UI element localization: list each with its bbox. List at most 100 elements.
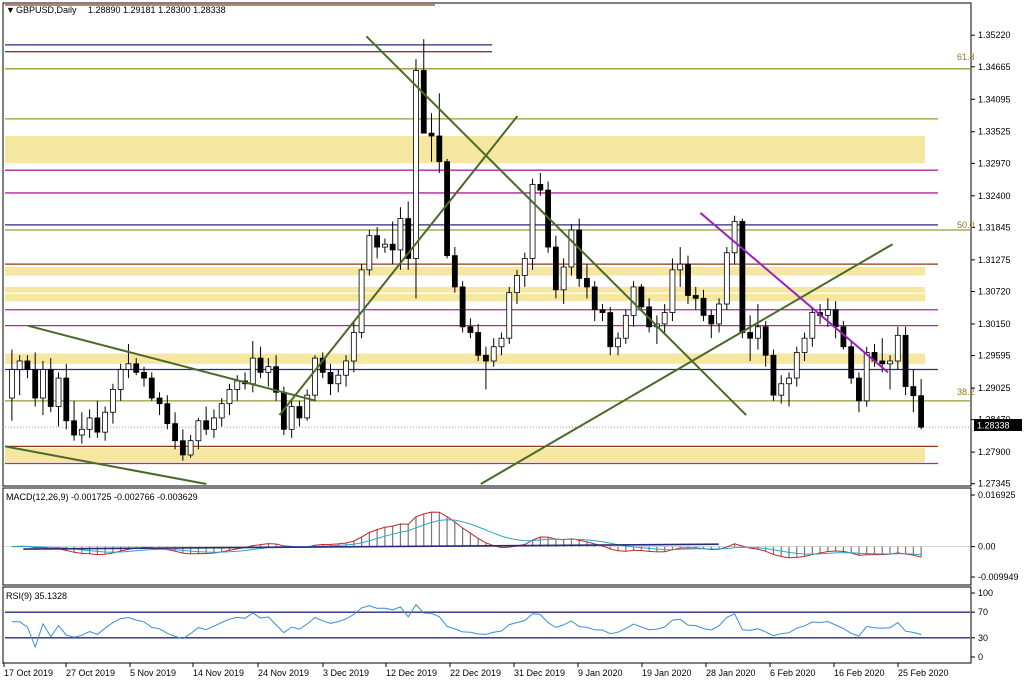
bull-candle-body xyxy=(8,369,15,399)
bull-candle-body xyxy=(723,252,730,305)
rsi-tick-label: 30 xyxy=(978,633,988,643)
bull-candle-body xyxy=(506,292,513,339)
current-price-label: 1.28338 xyxy=(977,421,1010,431)
price-tick-label: 1.33525 xyxy=(978,127,1011,137)
bear-candle-body xyxy=(770,354,777,396)
date-tick-label: 27 Oct 2019 xyxy=(66,668,115,678)
price-tick-label: 1.27900 xyxy=(978,447,1011,457)
price-tick-label: 1.34095 xyxy=(978,94,1011,104)
bear-candle-body xyxy=(327,371,334,385)
bull-candle-body xyxy=(78,428,85,436)
bull-candle-body xyxy=(622,315,629,339)
bull-candle-body xyxy=(350,332,357,362)
date-tick-label: 22 Dec 2019 xyxy=(450,668,501,678)
bull-candle-body xyxy=(187,440,194,456)
zone-band xyxy=(5,448,925,463)
bull-candle-body xyxy=(335,374,342,385)
bull-candle-body xyxy=(312,357,318,396)
macd-tick-label: 0.00 xyxy=(978,542,996,552)
price-tick-label: 1.27345 xyxy=(978,479,1011,489)
price-tick-label: 1.32400 xyxy=(978,191,1011,201)
bull-candle-body xyxy=(234,380,241,390)
candle xyxy=(312,355,318,401)
bull-candle-body xyxy=(894,334,901,362)
bull-candle-body xyxy=(358,269,365,333)
fibo-label-500: 50.0 xyxy=(957,220,975,230)
bear-candle-body xyxy=(420,70,427,134)
date-tick-label: 5 Nov 2019 xyxy=(130,668,176,678)
date-axis: 17 Oct 2019 27 Oct 2019 5 Nov 2019 14 Nov 2… xyxy=(3,663,949,678)
price-chart: 1.35220 1.34665 1.34095 1.33525 1.32970 1.324… xyxy=(2,2,1022,678)
zone-band xyxy=(5,135,925,164)
bear-candle-body xyxy=(203,420,210,430)
bear-candle-body xyxy=(483,354,489,362)
price-tick-label: 1.30720 xyxy=(978,286,1011,296)
ohlc-readout: 1.28890 1.29181 1.28300 1.28338 xyxy=(88,5,226,15)
price-tick-label: 1.32970 xyxy=(978,158,1011,168)
bull-candle-body xyxy=(661,312,668,325)
bull-candle-body xyxy=(16,360,23,370)
bear-candle-body xyxy=(700,297,707,316)
bear-candle-body xyxy=(374,235,381,248)
macd-label: MACD(12,26,9) -0.001725 -0.002766 -0.003… xyxy=(6,492,198,502)
bear-candle-body xyxy=(179,440,186,456)
rsi-tick-label: 100 xyxy=(978,588,993,598)
bull-candle-body xyxy=(55,377,62,407)
bear-candle-body xyxy=(848,346,855,379)
dropdown-arrow-icon[interactable]: ▼ xyxy=(6,5,15,15)
bull-candle-body xyxy=(211,417,217,430)
main-panel-frame xyxy=(2,2,972,487)
bull-candle-body xyxy=(382,243,388,248)
bear-candle-body xyxy=(47,369,54,407)
candle xyxy=(529,178,536,270)
bear-candle-body xyxy=(148,377,155,399)
candle xyxy=(459,281,466,333)
bull-candle-body xyxy=(490,346,497,362)
bull-candle-body xyxy=(102,411,109,433)
bull-candle-body xyxy=(117,369,124,390)
bull-candle-body xyxy=(568,229,575,268)
bear-candle-body xyxy=(156,397,163,405)
fibo-label-618: 61.8 xyxy=(957,52,975,62)
bear-candle-body xyxy=(685,263,691,296)
bear-candle-body xyxy=(467,326,474,333)
bull-candle-body xyxy=(863,352,870,402)
date-tick-label: 3 Dec 2019 xyxy=(323,668,369,678)
bear-candle-body xyxy=(537,184,544,191)
bear-candle-body xyxy=(273,366,280,393)
bull-candle-body xyxy=(793,352,800,379)
candle xyxy=(739,218,746,339)
bear-candle-body xyxy=(918,395,925,428)
date-tick-label: 14 Nov 2019 xyxy=(193,668,244,678)
bear-candle-body xyxy=(63,377,70,422)
candle xyxy=(638,284,645,310)
price-tick-label: 1.34665 xyxy=(978,62,1011,72)
bear-candle-body xyxy=(708,315,715,325)
symbol-title: GBPUSD,Daily xyxy=(16,5,77,15)
bull-candle-body xyxy=(343,360,349,376)
bull-candle-body xyxy=(397,218,404,251)
candle xyxy=(358,264,365,339)
bear-candle-body xyxy=(451,255,458,288)
date-tick-label: 6 Feb 2020 xyxy=(770,668,816,678)
bear-candle-body xyxy=(296,406,303,419)
macd-tick-label: -0.009949 xyxy=(978,572,1019,582)
bull-candle-body xyxy=(731,221,738,254)
date-tick-label: 17 Oct 2019 xyxy=(4,668,53,678)
zone-band xyxy=(5,266,925,276)
date-tick-label: 28 Jan 2020 xyxy=(706,668,756,678)
bull-candle-body xyxy=(615,337,621,348)
bear-candle-body xyxy=(444,161,450,257)
rsi-tick-label: 0 xyxy=(978,652,983,662)
bull-candle-body xyxy=(809,312,816,339)
candle xyxy=(444,158,450,259)
bear-candle-body xyxy=(436,135,443,163)
bear-candle-body xyxy=(591,286,598,311)
candle xyxy=(506,286,513,344)
bull-candle-body xyxy=(218,403,225,419)
price-tick-label: 1.29595 xyxy=(978,351,1011,361)
bull-candle-body xyxy=(529,184,536,259)
bull-candle-body xyxy=(226,389,233,405)
bear-candle-body xyxy=(459,286,466,328)
price-tick-label: 1.30150 xyxy=(978,319,1011,329)
